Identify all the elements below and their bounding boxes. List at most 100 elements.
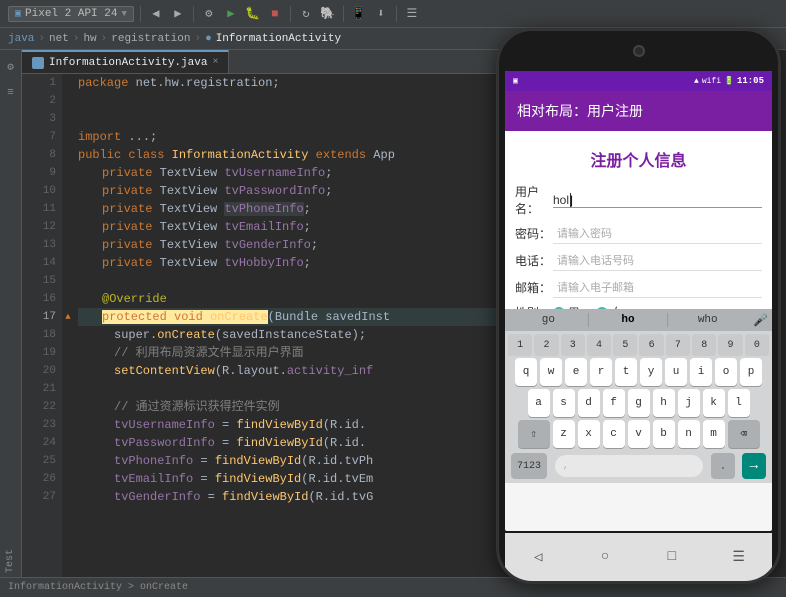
code-line-26: tvEmailInfo = findViewById(R.id.tvEm: [78, 470, 508, 488]
code-line-7: import ...;: [78, 128, 508, 146]
code-line-27: tvGenderInfo = findViewById(R.id.tvG: [78, 488, 508, 506]
line-num-11: 11: [22, 200, 62, 218]
gutter-7: [62, 128, 74, 146]
breadcrumb-java[interactable]: java: [8, 33, 34, 45]
line-num-16: 16: [22, 290, 62, 308]
tab-information-activity[interactable]: InformationActivity.java ×: [22, 50, 229, 73]
line-num-22: 22: [22, 398, 62, 416]
breadcrumb-net[interactable]: net: [49, 33, 69, 45]
line-num-18: 18: [22, 326, 62, 344]
avd-icon[interactable]: 📱: [350, 5, 368, 23]
gutter-10: [62, 182, 74, 200]
gutter-8: [62, 146, 74, 164]
code-line-16: @Override: [78, 290, 508, 308]
line-num-12: 12: [22, 218, 62, 236]
status-text: InformationActivity > onCreate: [8, 582, 188, 593]
separator: [396, 6, 397, 22]
separator: [290, 6, 291, 22]
breadcrumb-registration[interactable]: registration: [111, 33, 190, 45]
code-line-14: private TextView tvHobbyInfo;: [78, 254, 508, 272]
forward-icon[interactable]: ▶: [169, 5, 187, 23]
sync-icon[interactable]: ↻: [297, 5, 315, 23]
breadcrumb: java › net › hw › registration › ● Infor…: [0, 28, 786, 50]
gutter-1: [62, 74, 74, 92]
gutter-14: [62, 254, 74, 272]
line-num-17: 17: [22, 308, 62, 326]
code-line-22: // 通过资源标识获得控件实例: [78, 398, 508, 416]
test-label: Test: [3, 545, 18, 577]
stop-icon[interactable]: ■: [266, 5, 284, 23]
code-line-25: tvPhoneInfo = findViewById(R.id.tvPh: [78, 452, 508, 470]
status-bar: InformationActivity > onCreate: [0, 577, 786, 597]
gutter-23: [62, 416, 74, 434]
gutter-9: [62, 164, 74, 182]
gutter: ▲: [62, 74, 74, 577]
line-num-13: 13: [22, 236, 62, 254]
breadcrumb-hw[interactable]: hw: [83, 33, 96, 45]
code-line-2: [78, 92, 508, 110]
line-num-1: 1: [22, 74, 62, 92]
gutter-13: [62, 236, 74, 254]
line-num-23: 23: [22, 416, 62, 434]
line-num-27: 27: [22, 488, 62, 506]
debug-icon[interactable]: 🐛: [244, 5, 262, 23]
sdk-icon[interactable]: ⬇: [372, 5, 390, 23]
line-num-10: 10: [22, 182, 62, 200]
run-icon[interactable]: ▶: [222, 5, 240, 23]
line-num-3: 3: [22, 110, 62, 128]
gutter-17: ▲: [62, 308, 74, 326]
gutter-3: [62, 110, 74, 128]
code-line-8: public class InformationActivity extends…: [78, 146, 508, 164]
code-line-23: tvUsernameInfo = findViewById(R.id.: [78, 416, 508, 434]
code-line-17: protected void onCreate(Bundle savedInst: [78, 308, 508, 326]
settings2-icon[interactable]: ≡: [2, 84, 20, 102]
gutter-15: [62, 272, 74, 290]
line-num-19: 19: [22, 344, 62, 362]
tab-close-button[interactable]: ×: [212, 57, 218, 68]
device-name: Pixel 2 API 24: [25, 8, 117, 20]
gutter-16: [62, 290, 74, 308]
code-line-10: private TextView tvPasswordInfo;: [78, 182, 508, 200]
gutter-12: [62, 218, 74, 236]
tab-label: InformationActivity.java: [49, 57, 207, 69]
separator: [140, 6, 141, 22]
gear-icon[interactable]: ⚙: [2, 58, 20, 76]
gutter-25: [62, 452, 74, 470]
line-numbers: 1 2 3 7 8 9 10 11 12 13 14 15 16 17 18 1…: [22, 74, 62, 577]
code-line-13: private TextView tvGenderInfo;: [78, 236, 508, 254]
line-num-25: 25: [22, 452, 62, 470]
device-selector[interactable]: ▣ Pixel 2 API 24 ▼: [8, 6, 134, 22]
code-area[interactable]: 1 2 3 7 8 9 10 11 12 13 14 15 16 17 18 1…: [22, 74, 512, 577]
code-line-21: [78, 380, 508, 398]
code-line-1: package net.hw.registration;: [78, 74, 508, 92]
separator: [193, 6, 194, 22]
code-content[interactable]: package net.hw.registration; import ...;…: [74, 74, 512, 577]
top-toolbar: ▣ Pixel 2 API 24 ▼ ◀ ▶ ⚙ ▶ 🐛 ■ ↻ 🐘 📱 ⬇ ☰: [0, 0, 786, 28]
side-panel: ⚙ ≡ Test: [0, 50, 22, 577]
line-num-26: 26: [22, 470, 62, 488]
gutter-27: [62, 488, 74, 506]
code-line-15: [78, 272, 508, 290]
line-num-20: 20: [22, 362, 62, 380]
code-line-12: private TextView tvEmailInfo;: [78, 218, 508, 236]
gutter-11: [62, 200, 74, 218]
line-num-15: 15: [22, 272, 62, 290]
gutter-22: [62, 398, 74, 416]
gradle-icon[interactable]: 🐘: [319, 5, 337, 23]
code-line-19: // 利用布局资源文件显示用户界面: [78, 344, 508, 362]
separator: [343, 6, 344, 22]
gutter-26: [62, 470, 74, 488]
code-line-24: tvPasswordInfo = findViewById(R.id.: [78, 434, 508, 452]
code-line-18: super.onCreate(savedInstanceState);: [78, 326, 508, 344]
code-line-20: setContentView(R.layout.activity_inf: [78, 362, 508, 380]
gutter-20: [62, 362, 74, 380]
back-icon[interactable]: ◀: [147, 5, 165, 23]
breadcrumb-class[interactable]: InformationActivity: [216, 33, 341, 45]
settings-icon[interactable]: ☰: [403, 5, 421, 23]
code-line-11: private TextView tvPhoneInfo;: [78, 200, 508, 218]
gutter-21: [62, 380, 74, 398]
gutter-19: [62, 344, 74, 362]
line-num-24: 24: [22, 434, 62, 452]
build-icon[interactable]: ⚙: [200, 5, 218, 23]
line-num-21: 21: [22, 380, 62, 398]
